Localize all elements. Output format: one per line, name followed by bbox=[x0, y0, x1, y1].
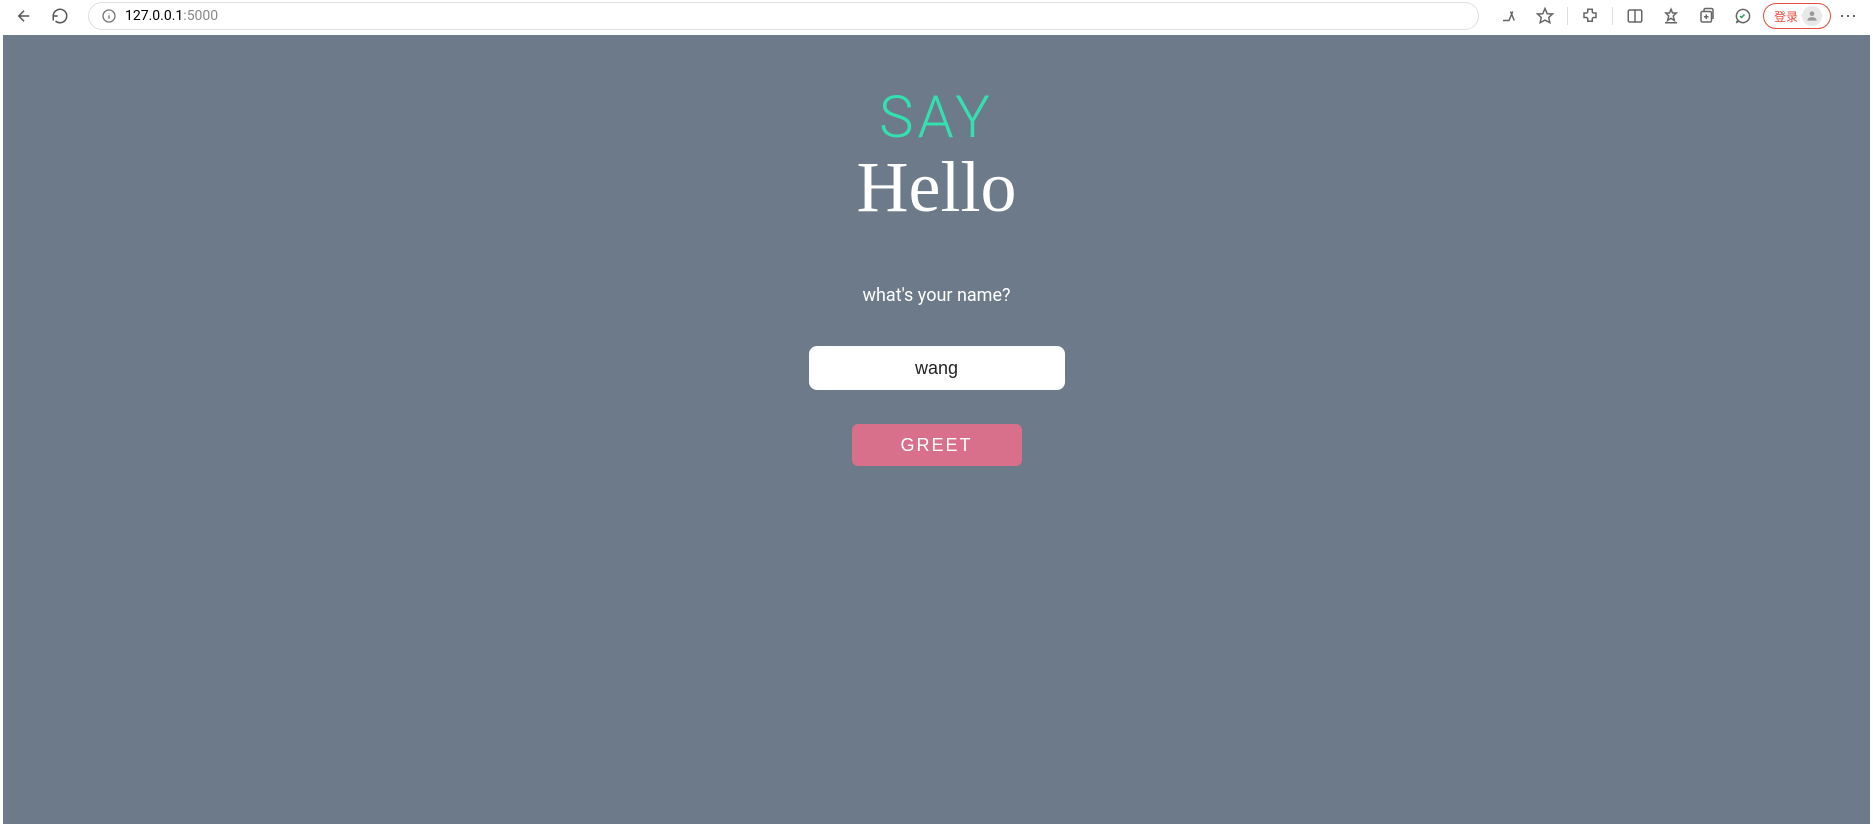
site-info-icon[interactable] bbox=[101, 8, 117, 24]
url-port: :5000 bbox=[183, 8, 218, 24]
url-host: 127.0.0.1 bbox=[125, 8, 183, 24]
greet-button[interactable]: GREET bbox=[852, 424, 1022, 466]
name-input[interactable] bbox=[809, 346, 1065, 390]
star-icon[interactable] bbox=[1529, 2, 1561, 30]
toolbar-right: 登录 ⋯ bbox=[1493, 2, 1863, 30]
title-line1: SAY bbox=[879, 89, 994, 147]
back-button[interactable] bbox=[10, 2, 38, 30]
extensions-icon[interactable] bbox=[1574, 2, 1606, 30]
avatar-icon bbox=[1802, 6, 1822, 26]
arrow-left-icon bbox=[15, 7, 33, 25]
reload-button[interactable] bbox=[46, 2, 74, 30]
collections-icon[interactable] bbox=[1691, 2, 1723, 30]
separator bbox=[1612, 7, 1613, 25]
performance-icon[interactable] bbox=[1727, 2, 1759, 30]
login-button[interactable]: 登录 bbox=[1763, 3, 1831, 29]
read-aloud-icon[interactable] bbox=[1493, 2, 1525, 30]
title-line2: Hello bbox=[857, 151, 1017, 223]
address-bar[interactable]: 127.0.0.1:5000 bbox=[88, 2, 1479, 30]
separator bbox=[1567, 7, 1568, 25]
split-screen-icon[interactable] bbox=[1619, 2, 1651, 30]
app-content: SAY Hello what's your name? GREET bbox=[3, 35, 1870, 824]
reload-icon bbox=[51, 7, 69, 25]
more-menu-icon[interactable]: ⋯ bbox=[1835, 6, 1863, 27]
login-label: 登录 bbox=[1774, 8, 1798, 25]
viewport: SAY Hello what's your name? GREET bbox=[0, 32, 1873, 827]
name-prompt: what's your name? bbox=[862, 285, 1010, 306]
browser-toolbar: 127.0.0.1:5000 登录 bbox=[0, 0, 1873, 32]
url-text: 127.0.0.1:5000 bbox=[125, 8, 218, 24]
favorites-icon[interactable] bbox=[1655, 2, 1687, 30]
